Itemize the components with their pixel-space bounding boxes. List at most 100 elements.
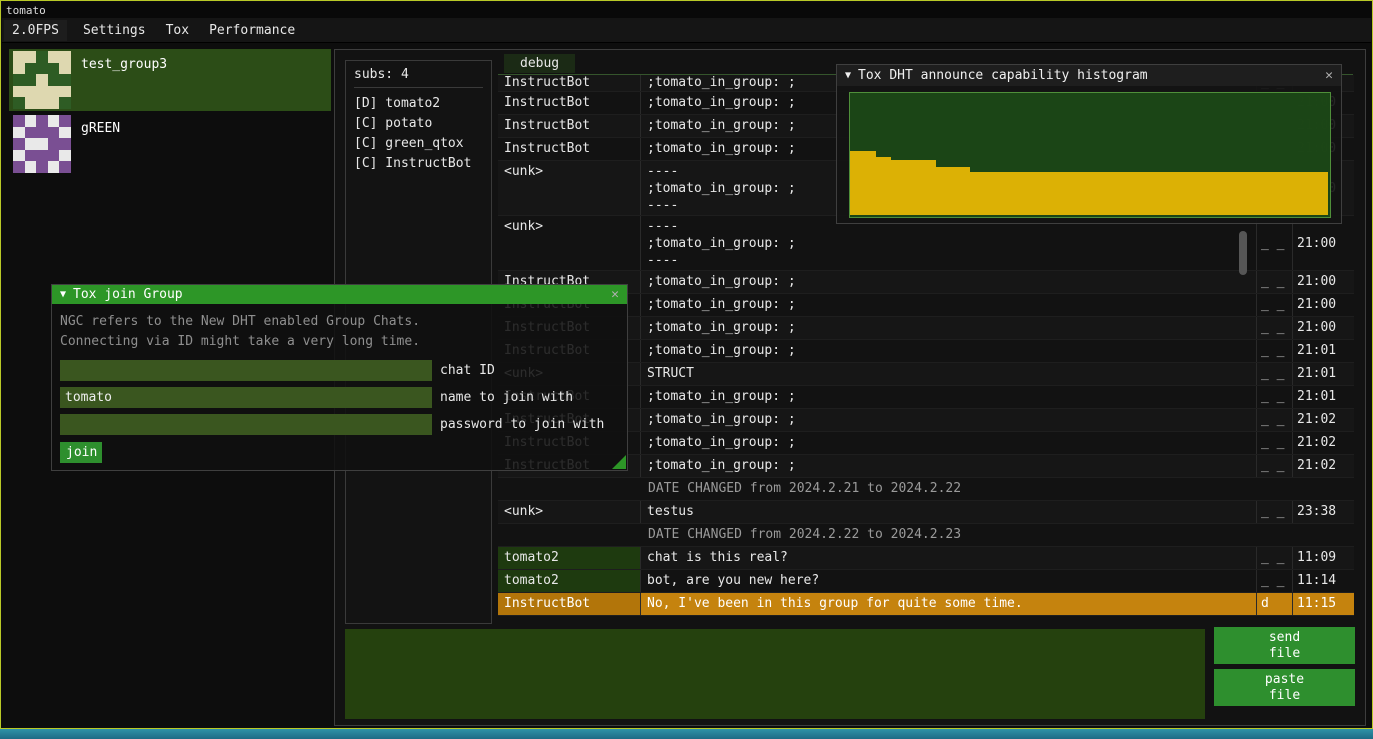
message-flags: _ _ [1257, 501, 1293, 523]
message-author: tomato2 [498, 547, 641, 569]
message-text: ;tomato_in_group: ; [641, 432, 1257, 454]
date-separator-row: DATE CHANGED from 2024.2.21 to 2024.2.22 [498, 478, 1354, 501]
join-hint-line-2: Connecting via ID might take a very long… [60, 332, 619, 352]
message-input[interactable] [345, 629, 1205, 719]
join-field-row: password to join with [60, 414, 619, 435]
message-author: InstructBot [498, 593, 641, 615]
app-window: tomato 2.0FPS SettingsToxPerformance test… [0, 0, 1373, 729]
message-text: ---- ;tomato_in_group: ; ---- [641, 216, 1257, 270]
close-icon[interactable]: ✕ [1325, 68, 1333, 83]
join-input-name-to-join-with[interactable] [60, 387, 432, 408]
tab-debug[interactable]: debug [504, 54, 575, 73]
message-time: 21:02 [1293, 409, 1354, 431]
join-input-password-to-join-with[interactable] [60, 414, 432, 435]
collapse-arrow-icon[interactable]: ▼ [845, 70, 851, 81]
scrollbar-thumb[interactable] [1239, 231, 1247, 275]
date-separator-row: DATE CHANGED from 2024.2.22 to 2024.2.23 [498, 524, 1354, 547]
join-field-row: name to join with [60, 387, 619, 408]
subs-list-item[interactable]: [C] green_qtox [354, 134, 491, 154]
message-time: 11:15 [1293, 593, 1354, 615]
histogram-plot [849, 92, 1331, 218]
join-button[interactable]: join [60, 442, 102, 463]
message-text: STRUCT [641, 363, 1257, 385]
message-time: 21:00 [1293, 271, 1354, 293]
group-name: gREEN [71, 113, 120, 175]
message-flags: _ _ [1257, 340, 1293, 362]
message-text: ;tomato_in_group: ; [641, 455, 1257, 477]
subs-count-header: subs: 4 [354, 67, 491, 82]
group-avatar [13, 51, 71, 109]
menu-item-tox[interactable]: Tox [156, 20, 199, 41]
histogram-window-title: Tox DHT announce capability histogram [858, 68, 1148, 83]
message-flags: d [1257, 593, 1293, 615]
message-time: 21:01 [1293, 363, 1354, 385]
chat-message-row[interactable]: tomato2bot, are you new here?_ _11:14 [498, 570, 1354, 593]
join-window-titlebar[interactable]: ▼ Tox join Group ✕ [52, 285, 627, 304]
message-time: 21:00 [1293, 216, 1354, 270]
message-author: <unk> [498, 501, 641, 523]
window-titlebar[interactable]: tomato [2, 2, 1371, 18]
group-item-gREEN[interactable]: gREEN [9, 113, 331, 175]
message-flags: _ _ [1257, 386, 1293, 408]
menu-item-performance[interactable]: Performance [199, 20, 305, 41]
join-field-label: name to join with [432, 387, 573, 408]
message-author: tomato2 [498, 570, 641, 592]
menu-bar: 2.0FPS SettingsToxPerformance [2, 18, 1371, 43]
date-separator-text: DATE CHANGED from 2024.2.21 to 2024.2.22 [498, 478, 961, 500]
window-title: tomato [6, 4, 46, 17]
join-field-row: chat ID [60, 360, 619, 381]
message-author: <unk> [498, 216, 641, 270]
message-text: testus [641, 501, 1257, 523]
message-flags: _ _ [1257, 271, 1293, 293]
message-time: 21:01 [1293, 386, 1354, 408]
send-file-button[interactable]: send file [1214, 627, 1355, 664]
date-separator-text: DATE CHANGED from 2024.2.22 to 2024.2.23 [498, 524, 961, 546]
fps-indicator: 2.0FPS [4, 20, 67, 41]
message-flags: _ _ [1257, 432, 1293, 454]
group-avatar [13, 115, 71, 173]
chat-message-row[interactable]: <unk>testus_ _23:38 [498, 501, 1354, 524]
message-author: InstructBot [498, 92, 641, 114]
chat-message-row[interactable]: tomato2chat is this real?_ _11:09 [498, 547, 1354, 570]
close-icon[interactable]: ✕ [611, 287, 619, 302]
histogram-bar [850, 151, 876, 215]
group-item-test_group3[interactable]: test_group3 [9, 49, 331, 111]
message-time: 23:38 [1293, 501, 1354, 523]
join-field-label: password to join with [432, 414, 604, 435]
subs-list-item[interactable]: [C] InstructBot [354, 154, 491, 174]
histogram-bar [891, 160, 937, 215]
menu-item-settings[interactable]: Settings [73, 20, 156, 41]
message-text: ;tomato_in_group: ; [641, 271, 1257, 293]
chat-message-row[interactable]: <unk>---- ;tomato_in_group: ; ----_ _21:… [498, 216, 1354, 271]
histogram-window-titlebar[interactable]: ▼ Tox DHT announce capability histogram … [837, 65, 1341, 86]
message-flags: _ _ [1257, 294, 1293, 316]
message-text: bot, are you new here? [641, 570, 1257, 592]
subs-list-item[interactable]: [D] tomato2 [354, 94, 491, 114]
message-flags: _ _ [1257, 216, 1293, 270]
message-flags: _ _ [1257, 409, 1293, 431]
message-author: InstructBot [498, 138, 641, 160]
message-author: InstructBot [498, 115, 641, 137]
message-time: 21:00 [1293, 317, 1354, 339]
desktop-background [0, 729, 1373, 739]
message-time: 21:01 [1293, 340, 1354, 362]
group-list: test_group3gREEN [9, 49, 331, 177]
group-name: test_group3 [71, 49, 167, 111]
message-time: 11:09 [1293, 547, 1354, 569]
join-window-body: NGC refers to the New DHT enabled Group … [52, 304, 627, 470]
join-field-label: chat ID [432, 360, 495, 381]
message-text: ;tomato_in_group: ; [641, 409, 1257, 431]
histogram-window: ▼ Tox DHT announce capability histogram … [836, 64, 1342, 224]
join-hint-line-1: NGC refers to the New DHT enabled Group … [60, 312, 619, 332]
paste-file-button[interactable]: paste file [1214, 669, 1355, 706]
join-window-title: Tox join Group [73, 287, 183, 302]
chat-message-row[interactable]: InstructBotNo, I've been in this group f… [498, 593, 1354, 616]
resize-grip[interactable] [612, 455, 626, 469]
collapse-arrow-icon[interactable]: ▼ [60, 289, 66, 300]
message-text: ;tomato_in_group: ; [641, 317, 1257, 339]
message-time: 21:02 [1293, 432, 1354, 454]
subs-list-item[interactable]: [C] potato [354, 114, 491, 134]
join-group-window: ▼ Tox join Group ✕ NGC refers to the New… [51, 284, 628, 471]
join-input-chat-id[interactable] [60, 360, 432, 381]
join-fields: chat ID name to join with password to join… [60, 360, 619, 435]
